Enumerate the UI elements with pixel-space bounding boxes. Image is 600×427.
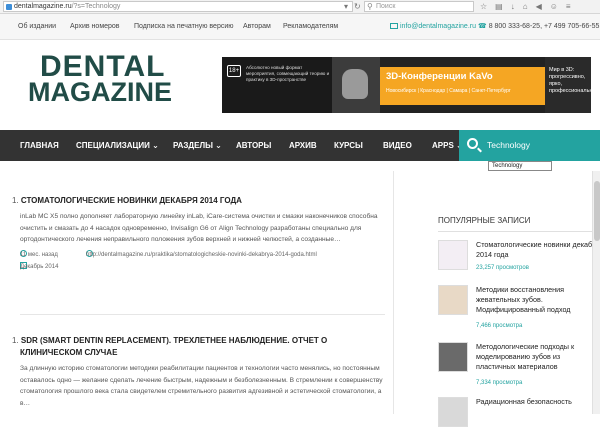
column-divider [393, 171, 394, 414]
nav-sections[interactable]: РАЗДЕЛЫ ⌄ [173, 130, 222, 161]
toplink-advertisers[interactable]: Рекламодателям [283, 14, 338, 40]
result-excerpt: За длинную историю стоматологии методики… [20, 365, 383, 407]
chat-icon[interactable]: ☺ [550, 2, 566, 11]
nav-sections-label: РАЗДЕЛЫ [173, 141, 213, 150]
result-number: 1. [12, 196, 19, 205]
reload-icon[interactable]: ↻ [354, 1, 361, 12]
browser-toolbar: dentalmagazine.ru/?s=Technology ▾ ↻ ⚲ По… [0, 0, 600, 14]
tooth-image-icon [342, 69, 368, 99]
nav-courses[interactable]: КУРСЫ [334, 130, 363, 161]
nav-authors[interactable]: АВТОРЫ [236, 130, 271, 161]
popular-views: 7,466 просмотра [476, 323, 523, 329]
chevron-down-icon: ⌄ [152, 141, 159, 150]
result-title[interactable]: 1. СТОМАТОЛОГИЧЕСКИЕ НОВИНКИ ДЕКАБРЯ 201… [12, 195, 387, 207]
email-text: info@dentalmagazine.ru [400, 23, 476, 30]
email-link[interactable]: info@dentalmagazine.ru [390, 14, 476, 40]
nav-video[interactable]: ВИДЕО [383, 130, 412, 161]
post-age-text: 11 мес. назад [20, 251, 58, 258]
share-icon[interactable]: ◀ [536, 2, 550, 11]
ad-banner[interactable]: 18+ Абсолютно новый формат мероприятия, … [222, 57, 591, 113]
toplink-archive[interactable]: Архив номеров [70, 14, 120, 40]
result-number: 1. [12, 336, 19, 345]
divider [20, 314, 385, 315]
dropdown-arrow-icon[interactable]: ▾ [344, 1, 348, 12]
nav-specializations-label: СПЕЦИАЛИЗАЦИИ [76, 141, 150, 150]
post-link-text[interactable]: http://dentalmagazine.ru/praktika/stomat… [86, 250, 317, 261]
toplink-authors[interactable]: Авторам [243, 14, 271, 40]
banner-title: 3D-Конференции KaVo [386, 71, 493, 82]
popular-thumbnail[interactable] [438, 285, 468, 315]
nav-archive[interactable]: АРХИВ [289, 130, 317, 161]
favicon-icon [6, 4, 12, 10]
phone-numbers: ☎ 8 800 333-68-25, +7 499 705-66-55 [478, 14, 599, 40]
toolbar-icons: ☆▤↓⌂◀☺≡ [480, 1, 579, 12]
site-logo[interactable]: DENTAL MAGAZINE [28, 50, 193, 107]
popular-title[interactable]: Радиационная безопасность [476, 397, 600, 407]
nav-specializations[interactable]: СПЕЦИАЛИЗАЦИИ ⌄ [76, 130, 159, 161]
result-excerpt: inLab MC X5 полно дополняет лабораторную… [20, 213, 378, 244]
popular-title[interactable]: Стоматологические новинки декабря 2014 г… [476, 240, 600, 260]
nav-search[interactable]: Technology [459, 130, 600, 161]
scrollbar-thumb[interactable] [594, 181, 600, 241]
logo-line1: DENTAL [40, 50, 166, 83]
banner-title-block: 3D-Конференции KaVo Новосибирск | Красно… [380, 67, 545, 105]
result-title-text[interactable]: SDR (SMART DENTIN REPLACEMENT). ТРЕХЛЕТН… [21, 336, 327, 345]
chevron-down-icon: ⌄ [215, 141, 222, 150]
popular-views: 23,257 просмотров [476, 265, 529, 271]
search-autocomplete-item[interactable]: Technology [488, 161, 552, 171]
url-host: dentalmagazine.ru [14, 3, 72, 10]
popular-title[interactable]: Методики восстановления жевательных зубо… [476, 285, 600, 315]
vertical-scrollbar[interactable] [592, 171, 600, 414]
browser-search-input[interactable]: ⚲ Поиск [364, 1, 474, 12]
search-icon[interactable] [467, 138, 478, 149]
popular-heading: ПОПУЛЯРНЫЕ ЗАПИСИ [438, 216, 531, 225]
result-item: 1. SDR (SMART DENTIN REPLACEMENT). ТРЕХЛ… [12, 335, 387, 409]
toplink-subscription[interactable]: Подписка на печатную версию [134, 14, 234, 40]
bookmarks-icon[interactable]: ▤ [495, 2, 511, 11]
nav-search-input[interactable]: Technology [487, 130, 530, 161]
address-bar[interactable]: dentalmagazine.ru/?s=Technology [3, 1, 353, 12]
star-icon[interactable]: ☆ [480, 2, 495, 11]
envelope-icon [390, 23, 398, 29]
home-icon[interactable]: ⌂ [523, 2, 536, 11]
result-item: 1. СТОМАТОЛОГИЧЕСКИЕ НОВИНКИ ДЕКАБРЯ 201… [12, 195, 387, 274]
toplink-about[interactable]: Об издании [18, 14, 56, 40]
banner-motto: Мир в 3D: прогрессивно, ярко, профессион… [549, 67, 591, 94]
popular-views: 7,334 просмотра [476, 380, 523, 386]
popular-thumbnail[interactable] [438, 342, 468, 372]
logo-line2: MAGAZINE [28, 77, 172, 107]
banner-motto-block: Мир в 3D: прогрессивно, ярко, профессион… [545, 57, 591, 113]
download-icon[interactable]: ↓ [511, 2, 523, 11]
result-title[interactable]: 1. SDR (SMART DENTIN REPLACEMENT). ТРЕХЛ… [12, 335, 387, 359]
popular-title[interactable]: Методологические подходы к моделированию… [476, 342, 600, 372]
banner-image [332, 57, 380, 113]
phone-icon: ☎ [478, 23, 487, 30]
search-icon: ⚲ [367, 2, 373, 11]
banner-description: Абсолютно новый формат мероприятия, совм… [246, 65, 330, 82]
banner-intro: 18+ Абсолютно новый формат мероприятия, … [222, 57, 332, 113]
popular-thumbnail[interactable] [438, 240, 468, 270]
main-nav: ГЛАВНАЯ СПЕЦИАЛИЗАЦИИ ⌄ РАЗДЕЛЫ ⌄ АВТОРЫ… [0, 130, 600, 161]
search-results: 1. СТОМАТОЛОГИЧЕСКИЕ НОВИНКИ ДЕКАБРЯ 201… [0, 171, 392, 414]
top-links-bar: Об издании Архив номеров Подписка на печ… [0, 14, 600, 40]
post-date-text: Декабрь 2014 [20, 263, 59, 270]
nav-apps-label: APPS [432, 141, 454, 150]
age-rating-badge: 18+ [227, 65, 241, 77]
url-path: /?s=Technology [71, 3, 121, 10]
menu-icon[interactable]: ≡ [566, 2, 579, 11]
result-title-text-2[interactable]: КЛИНИЧЕСКОМ СЛУЧАЕ [12, 348, 117, 357]
browser-search-placeholder: Поиск [376, 3, 396, 10]
phone-text: 8 800 333-68-25, +7 499 705-66-55 [488, 23, 600, 30]
result-meta: 11 мес. назад http://dentalmagazine.ru/p… [20, 249, 387, 274]
banner-cities: Новосибирск | Краснодар | Самара | Санкт… [386, 88, 511, 94]
popular-thumbnail[interactable] [438, 397, 468, 427]
nav-home[interactable]: ГЛАВНАЯ [20, 130, 59, 161]
heading-underline [438, 231, 600, 232]
result-title-text[interactable]: СТОМАТОЛОГИЧЕСКИЕ НОВИНКИ ДЕКАБРЯ 2014 Г… [21, 196, 242, 205]
